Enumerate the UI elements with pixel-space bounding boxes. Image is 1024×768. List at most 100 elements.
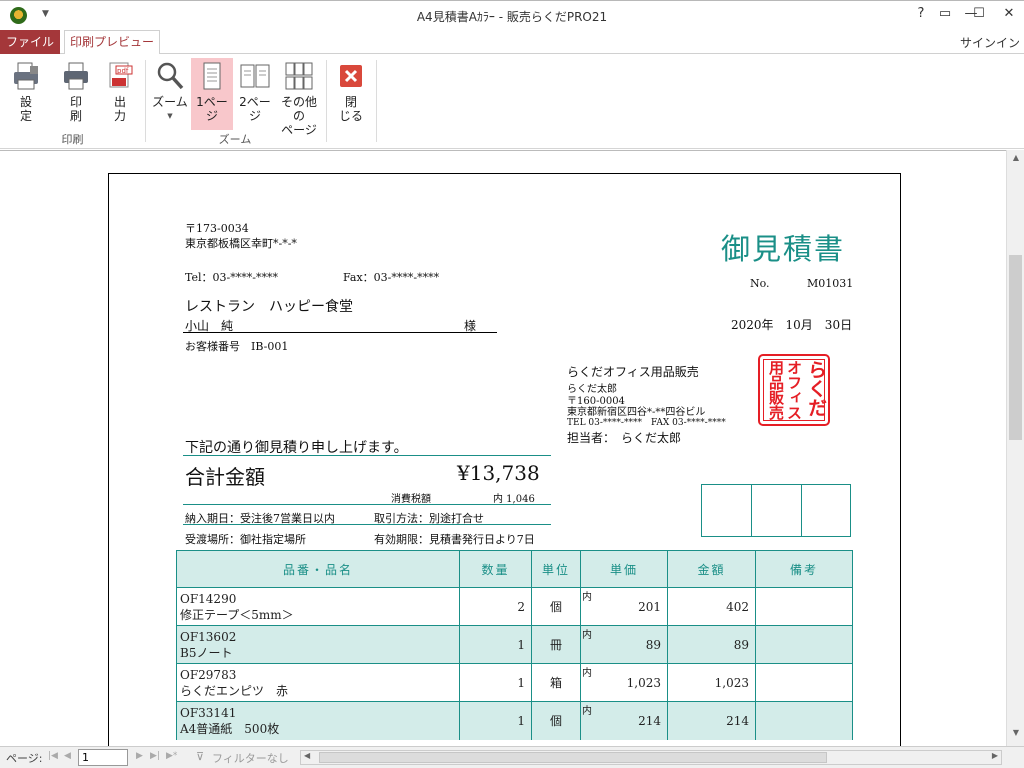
title-bar: ▼ A4見積書Aｶﾗｰ - 販売らくだPRO21 ? ▭ — ☐ ✕ — [0, 0, 1024, 30]
svg-text:pdf: pdf — [117, 67, 129, 75]
tax-included-mark: 内 — [582, 668, 592, 679]
price-value: 214 — [638, 713, 661, 728]
unit-cell: 個 — [531, 701, 581, 740]
scroll-thumb[interactable] — [1009, 255, 1022, 440]
filter-status[interactable]: フィルターなし — [212, 750, 289, 766]
new-record-icon[interactable]: ▶* — [166, 751, 177, 761]
horizontal-scrollbar[interactable]: ◀ ▶ — [300, 750, 1002, 765]
chevron-down-icon: ▼ — [167, 112, 173, 120]
item-cell: OF33141 A4普通紙 500枚 — [176, 701, 460, 740]
print-button[interactable]: 印 刷 — [56, 58, 96, 130]
amount-cell: 89 — [667, 625, 756, 664]
header-price: 単価 — [580, 550, 668, 588]
tab-file[interactable]: ファイル — [0, 30, 60, 54]
pdf-icon: pdf — [104, 60, 136, 92]
preview-area[interactable]: 〒173-0034 東京都板橋区幸町*-*-* Tel：03-****-****… — [0, 150, 1006, 746]
note-cell — [755, 625, 853, 664]
tax-included-mark: 内 — [582, 592, 592, 603]
first-page-icon[interactable]: |◀ — [48, 751, 58, 761]
estimate-no-label: No. — [750, 277, 770, 290]
close-preview-button[interactable]: 閉 じる — [331, 58, 371, 130]
amount-cell: 402 — [667, 587, 756, 626]
tax-value: 内 1,046 — [493, 494, 535, 505]
header-amount: 金額 — [667, 550, 756, 588]
document-date: 2020年 10月 30日 — [731, 318, 853, 332]
settings-label: 設 定 — [19, 95, 32, 123]
sender-tel: Tel：03-****-**** — [185, 271, 278, 284]
settings-button[interactable]: 設 定 — [6, 58, 46, 130]
qty-cell: 1 — [459, 625, 532, 664]
window-title: A4見積書Aｶﾗｰ - 販売らくだPRO21 — [416, 10, 608, 24]
total-value: ¥13,738 — [457, 461, 540, 485]
output-button[interactable]: pdf 出 力 — [100, 58, 140, 130]
status-bar: ページ: |◀ ◀ 1 ▶ ▶| ▶* ⊽ フィルターなし ◀ ▶ — [0, 746, 1024, 768]
other-pages-button[interactable]: その他の ページ — [276, 58, 322, 137]
sender-address: 東京都板橋区幸町*-*-* — [185, 237, 297, 250]
item-name: 修正テープ＜5mm＞ — [180, 607, 294, 622]
sender-postal: 〒173-0034 — [185, 222, 249, 235]
tax-label: 消費税額 — [391, 494, 431, 505]
group-divider — [326, 60, 327, 142]
table-row: OF13602 B5ノート 1 冊 内 89 89 — [176, 625, 853, 664]
qty-cell: 2 — [459, 587, 532, 626]
table-header-row: 品番・品名 数量 単位 単価 金額 備考 — [176, 550, 853, 588]
tax-included-mark: 内 — [582, 706, 592, 717]
item-code: OF14290 — [180, 591, 237, 606]
person-in-charge: 担当者： らくだ太郎 — [567, 431, 682, 445]
price-cell: 内 214 — [580, 701, 668, 740]
intro-divider — [183, 455, 551, 456]
terms-divider — [183, 524, 551, 525]
item-name: B5ノート — [180, 645, 233, 660]
help-button[interactable]: ? — [910, 6, 932, 26]
two-pages-button[interactable]: 2ペー ジ — [235, 58, 275, 130]
customer-number: お客様番号 IB-001 — [185, 340, 289, 353]
validity-period: 有効期限：見積書発行日より7日 — [374, 533, 535, 546]
last-page-icon[interactable]: ▶| — [150, 751, 160, 761]
page-number-input[interactable]: 1 — [78, 749, 128, 766]
close-icon — [335, 60, 367, 92]
next-page-icon[interactable]: ▶ — [136, 751, 143, 761]
vertical-scrollbar[interactable]: ▲ ▼ — [1006, 150, 1024, 746]
qty-cell: 1 — [459, 663, 532, 702]
item-name: A4普通紙 500枚 — [180, 721, 280, 736]
item-code: OF33141 — [180, 705, 237, 720]
items-table: 品番・品名 数量 単位 単価 金額 備考 OF14290 修正テープ＜5mm＞ 2… — [176, 550, 853, 740]
scroll-left-icon[interactable]: ◀ — [304, 751, 310, 760]
table-row: OF29783 らくだエンピツ 赤 1 箱 内 1,023 1,023 — [176, 663, 853, 702]
qty-cell: 1 — [459, 701, 532, 740]
ribbon: 設 定 印 刷 pdf 出 力 印刷 ズーム ▼ 1ペー ジ 2ペー ジ その他… — [0, 54, 1024, 149]
tab-print-preview[interactable]: 印刷プレビュー — [64, 30, 160, 55]
header-item: 品番・品名 — [176, 550, 460, 588]
close-window-button[interactable]: ✕ — [998, 6, 1020, 26]
note-cell — [755, 587, 853, 626]
ribbon-display-button[interactable]: ▭ — [934, 6, 956, 26]
one-page-button[interactable]: 1ペー ジ — [191, 58, 233, 130]
multi-page-icon — [283, 60, 315, 92]
price-cell: 内 89 — [580, 625, 668, 664]
signin-link[interactable]: サインイン — [960, 34, 1020, 51]
page-label: ページ: — [6, 752, 43, 765]
maximize-button[interactable]: ☐ — [968, 6, 990, 26]
ribbon-tabs: ファイル 印刷プレビュー サインイン — [0, 30, 1024, 55]
customer-name: レストラン ハッピー食堂 — [185, 299, 353, 315]
zoom-button[interactable]: ズーム ▼ — [150, 58, 190, 130]
item-cell: OF29783 らくだエンピツ 赤 — [176, 663, 460, 702]
scroll-right-icon[interactable]: ▶ — [992, 751, 998, 760]
header-qty: 数量 — [459, 550, 532, 588]
magnifier-icon — [154, 60, 186, 92]
group-divider — [376, 60, 377, 142]
scroll-down-icon[interactable]: ▼ — [1010, 728, 1022, 742]
zoom-group-label: ズーム — [218, 133, 252, 146]
horizontal-scroll-thumb[interactable] — [319, 752, 827, 763]
stamp-text-right: らくだ — [805, 360, 827, 417]
price-cell: 内 1,023 — [580, 663, 668, 702]
note-cell — [755, 701, 853, 740]
filter-icon[interactable]: ⊽ — [196, 750, 204, 763]
company-name: らくだオフィス用品販売 — [567, 365, 699, 379]
single-page-icon — [196, 60, 228, 92]
header-unit: 単位 — [531, 550, 581, 588]
scroll-up-icon[interactable]: ▲ — [1010, 153, 1022, 167]
previous-page-icon[interactable]: ◀ — [64, 751, 71, 761]
document-title: 御見積書 — [721, 232, 846, 266]
price-value: 201 — [638, 599, 661, 614]
